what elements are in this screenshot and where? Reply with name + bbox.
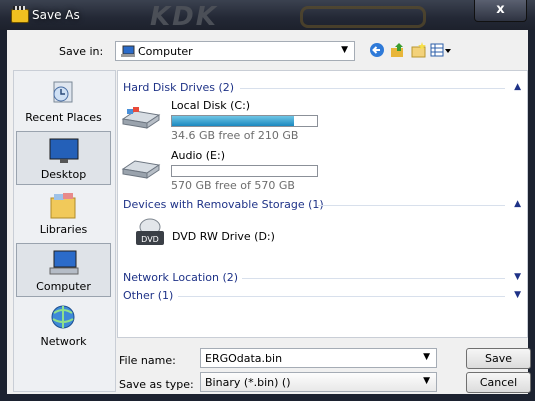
drive-local-disk-c[interactable]: Local Disk (C:) 34.6 GB free of 210 GB [121, 99, 361, 143]
file-name-label: File name: [119, 354, 176, 367]
views-menu-icon[interactable] [430, 42, 452, 58]
chevron-down-icon[interactable]: ▼ [514, 290, 521, 300]
title-background-shape [300, 6, 426, 28]
close-button[interactable]: x [474, 0, 527, 22]
drive-usage-fill [172, 116, 294, 126]
chevron-up-icon[interactable]: ▲ [514, 199, 521, 209]
hard-drive-icon [121, 160, 161, 179]
save-as-dialog: KDK Save As x Save in: Computer ▼ Recent… [0, 0, 535, 401]
place-network[interactable]: Network [16, 299, 111, 353]
svg-text:DVD: DVD [141, 235, 159, 244]
group-header-network-location[interactable]: Network Location (2) [123, 271, 238, 284]
drive-name: DVD RW Drive (D:) [172, 230, 275, 243]
places-bar: Recent Places Desktop Libraries Computer… [13, 70, 116, 392]
file-name-input[interactable]: ERGOdata.bin ▼ [200, 348, 437, 368]
group-divider [178, 296, 505, 297]
network-icon [51, 305, 75, 329]
place-computer[interactable]: Computer [16, 243, 111, 297]
place-desktop[interactable]: Desktop [16, 131, 111, 185]
drive-audio-e[interactable]: Audio (E:) 570 GB free of 570 GB [121, 149, 361, 193]
group-header-hard-disk-drives[interactable]: Hard Disk Drives (2) [123, 81, 234, 94]
place-label: Network [40, 335, 87, 348]
save-as-type-label: Save as type: [119, 378, 194, 391]
place-label: Recent Places [25, 111, 102, 124]
drive-free-space: 34.6 GB free of 210 GB [171, 129, 299, 142]
dvd-drive-icon: DVD [136, 218, 164, 245]
group-divider [240, 88, 505, 89]
place-libraries[interactable]: Libraries [16, 187, 111, 241]
save-as-type-dropdown[interactable]: Binary (*.bin) () ▼ [200, 372, 437, 392]
group-divider [242, 278, 505, 279]
new-folder-icon[interactable] [411, 42, 427, 58]
chevron-down-icon[interactable]: ▼ [514, 272, 521, 282]
chevron-down-icon: ▼ [341, 45, 348, 55]
title-bar[interactable]: KDK Save As x [0, 0, 535, 32]
save-button[interactable]: Save [466, 348, 531, 369]
file-list-view[interactable]: Hard Disk Drives (2) ▲ Local Disk (C:) 3… [117, 70, 528, 338]
place-recent-places[interactable]: Recent Places [16, 75, 111, 129]
drive-name: Local Disk (C:) [171, 99, 251, 112]
dialog-client-area: Save in: Computer ▼ Recent Places Deskto… [7, 30, 531, 394]
chevron-down-icon: ▼ [423, 376, 430, 386]
drive-dvd-rw-d[interactable]: DVD DVD RW Drive (D:) [134, 217, 334, 253]
save-in-label: Save in: [59, 45, 104, 58]
group-header-removable-storage[interactable]: Devices with Removable Storage (1) [123, 198, 324, 211]
cancel-button[interactable]: Cancel [466, 372, 531, 393]
place-label: Desktop [40, 168, 87, 181]
drive-usage-bar [171, 165, 318, 177]
chevron-down-icon[interactable]: ▼ [423, 352, 430, 362]
hard-drive-icon [121, 107, 161, 129]
group-header-other[interactable]: Other (1) [123, 289, 173, 302]
computer-icon [49, 250, 79, 275]
place-label: Libraries [39, 223, 88, 236]
drive-name: Audio (E:) [171, 149, 226, 162]
chevron-up-icon[interactable]: ▲ [514, 82, 521, 92]
title-background-art: KDK [150, 2, 218, 32]
up-folder-icon[interactable] [390, 42, 406, 58]
libraries-icon [50, 193, 76, 219]
recent-places-icon [53, 81, 73, 103]
group-divider [318, 205, 505, 206]
computer-icon [121, 45, 135, 57]
place-label: Computer [36, 280, 91, 293]
clapperboard-icon [11, 6, 29, 23]
drive-free-space: 570 GB free of 570 GB [171, 179, 295, 192]
save-as-type-value: Binary (*.bin) () [205, 376, 291, 389]
desktop-icon [49, 138, 79, 163]
file-name-value: ERGOdata.bin [205, 352, 283, 365]
back-arrow-icon[interactable] [369, 42, 385, 58]
save-in-value: Computer [138, 45, 193, 58]
drive-usage-bar [171, 115, 318, 127]
window-title: Save As [32, 8, 80, 22]
save-in-dropdown[interactable]: Computer ▼ [115, 41, 355, 61]
